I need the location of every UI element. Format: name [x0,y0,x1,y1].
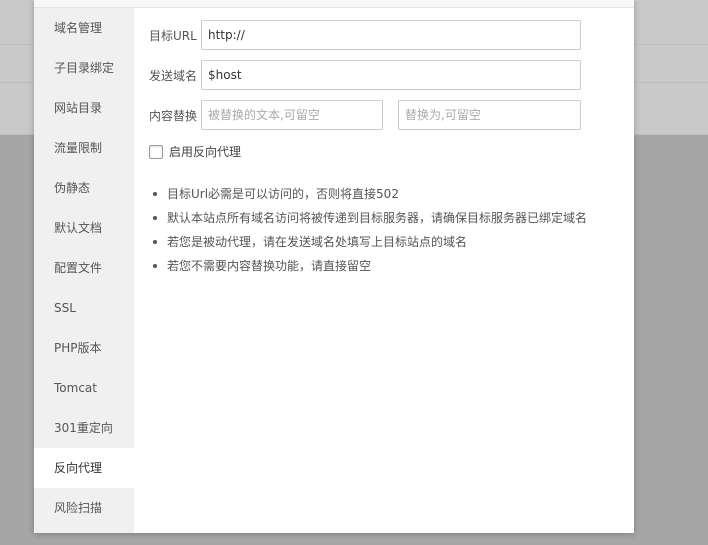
sidebar-item-subdirectory-binding[interactable]: 子目录绑定 [34,48,134,88]
enable-proxy-checkbox[interactable] [149,144,163,159]
sidebar-item-tomcat[interactable]: Tomcat [34,368,134,408]
tip-item: 默认本站点所有域名访问将被传递到目标服务器，请确保目标服务器已绑定域名 [153,206,587,230]
sidebar-item-301-redirect[interactable]: 301重定向 [34,408,134,448]
send-domain-input[interactable] [201,60,581,90]
enable-proxy-label[interactable]: 启用反向代理 [169,143,241,160]
sidebar-item-php-version[interactable]: PHP版本 [34,328,134,368]
enable-proxy-row: 启用反向代理 [149,143,241,160]
sidebar-item-risk-scan[interactable]: 风险扫描 [34,488,134,528]
reverse-proxy-panel: 目标URL 发送域名 内容替换 启用反向代理 目标Url必需是可以访问的，否则将… [134,8,634,533]
modal-header-edge [34,0,634,8]
sidebar-item-config-file[interactable]: 配置文件 [34,248,134,288]
sidebar-item-default-document[interactable]: 默认文档 [34,208,134,248]
target-url-input[interactable] [201,20,581,50]
tips-list: 目标Url必需是可以访问的，否则将直接502 默认本站点所有域名访问将被传递到目… [153,182,587,278]
content-replace-row: 内容替换 [149,100,581,130]
content-replace-label: 内容替换 [149,108,198,123]
sidebar-item-domain-management[interactable]: 域名管理 [34,8,134,48]
site-settings-modal: 域名管理 子目录绑定 网站目录 流量限制 伪静态 默认文档 配置文件 SSL P… [34,0,634,533]
sidebar-item-traffic-limit[interactable]: 流量限制 [34,128,134,168]
target-url-row: 目标URL [149,20,581,50]
tip-item: 若您不需要内容替换功能，请直接留空 [153,254,587,278]
sidebar-item-ssl[interactable]: SSL [34,288,134,328]
sidebar-item-site-directory[interactable]: 网站目录 [34,88,134,128]
tip-item: 目标Url必需是可以访问的，否则将直接502 [153,182,587,206]
replace-from-input[interactable] [201,100,383,130]
sidebar-item-reverse-proxy[interactable]: 反向代理 [34,448,134,488]
replace-to-input[interactable] [398,100,581,130]
send-domain-label: 发送域名 [149,68,198,83]
sidebar-item-rewrite[interactable]: 伪静态 [34,168,134,208]
send-domain-row: 发送域名 [149,60,581,90]
settings-sidebar: 域名管理 子目录绑定 网站目录 流量限制 伪静态 默认文档 配置文件 SSL P… [34,8,134,533]
target-url-label: 目标URL [149,28,197,43]
tip-item: 若您是被动代理，请在发送域名处填写上目标站点的域名 [153,230,587,254]
